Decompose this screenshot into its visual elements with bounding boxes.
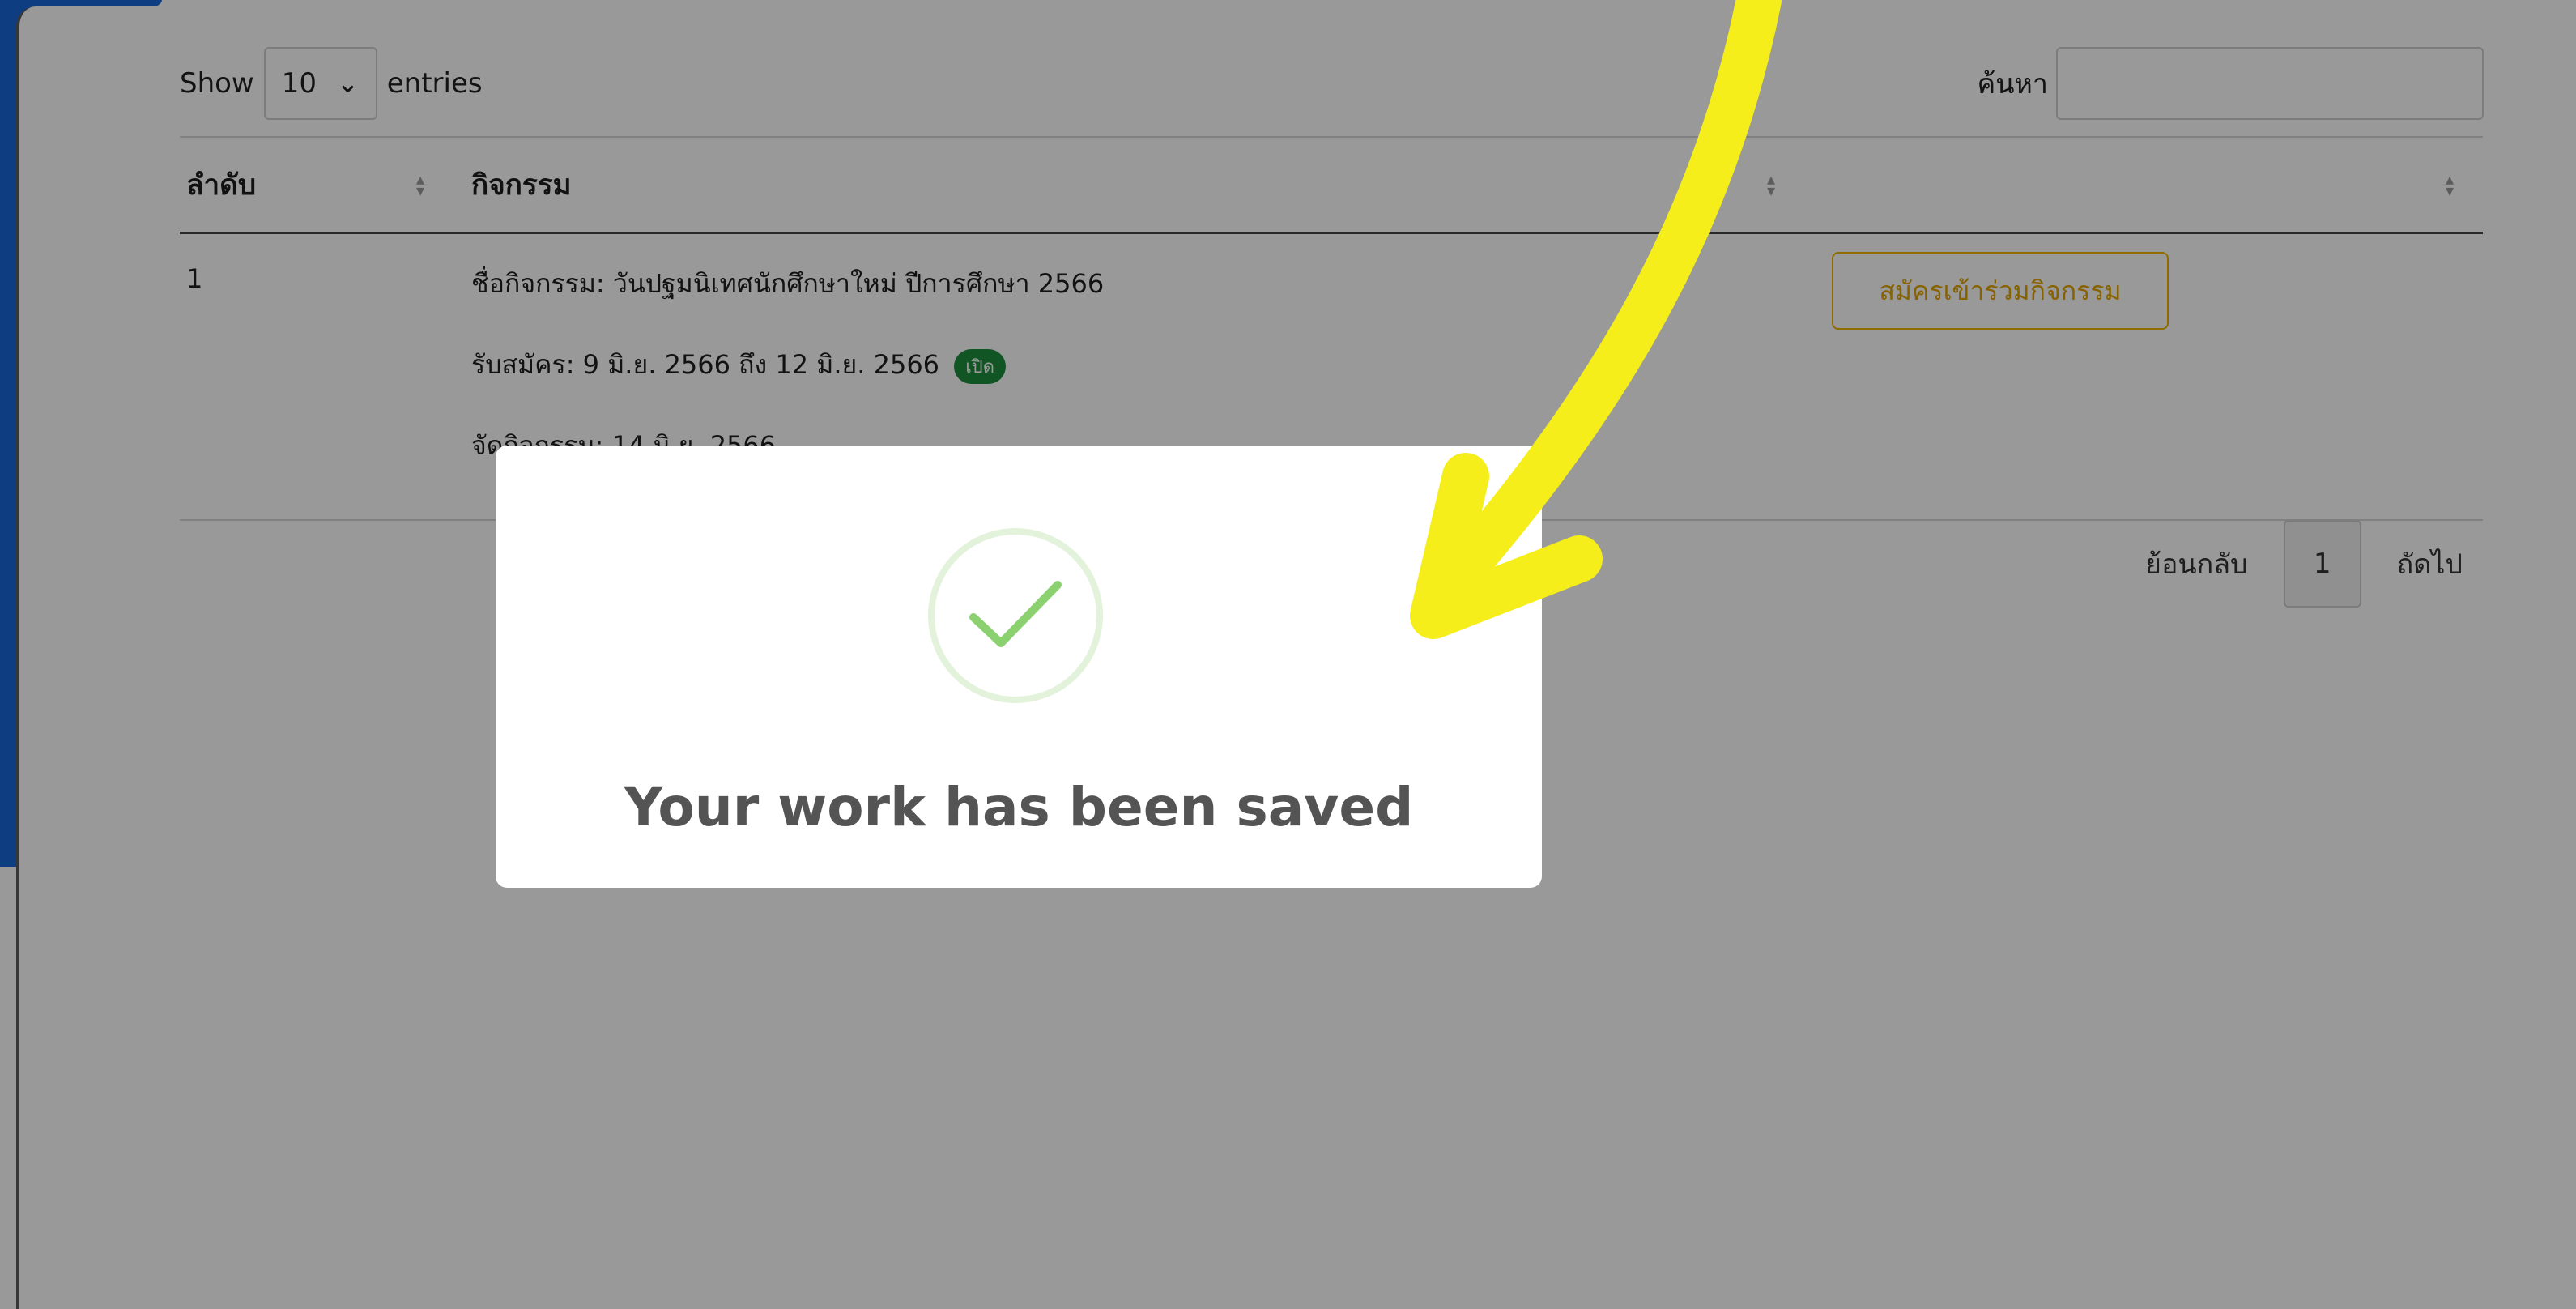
- annotation-arrow: [1410, 0, 1782, 639]
